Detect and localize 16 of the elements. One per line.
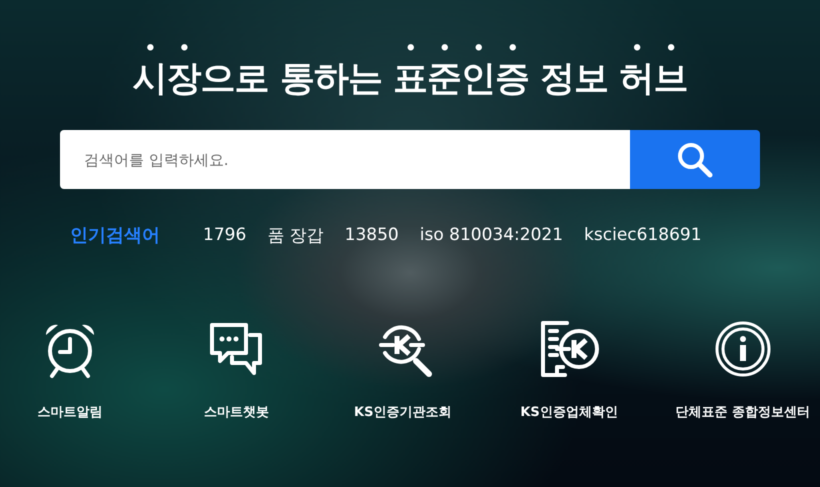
- popular-search-link[interactable]: ksciec618691: [584, 225, 702, 245]
- popular-search-link[interactable]: 품 장갑: [267, 224, 324, 246]
- shortcut-link[interactable]: 스마트알림: [38, 403, 102, 421]
- shortcut-link[interactable]: 스마트챗봇: [204, 403, 269, 421]
- shortcut-link[interactable]: KS인증기관조회: [354, 403, 452, 421]
- search-button[interactable]: [630, 130, 760, 189]
- ks-building-icon[interactable]: [539, 319, 600, 379]
- search-field[interactable]: 검색어를 입력하세요.: [60, 130, 630, 189]
- popular-search-link[interactable]: 13850: [344, 225, 399, 245]
- shortcut-link[interactable]: 단체표준 종합정보센터: [675, 403, 810, 421]
- popular-search-label: 인기검색어: [70, 224, 160, 247]
- popular-search-link[interactable]: iso 810034:2021: [420, 225, 564, 245]
- page-title: 시장으로 통하는 표준인증 정보 허브: [132, 58, 688, 101]
- shortcut-link[interactable]: KS인증업체확인: [520, 403, 618, 421]
- info-icon[interactable]: [712, 319, 773, 379]
- popular-search-link[interactable]: 1796: [203, 225, 246, 245]
